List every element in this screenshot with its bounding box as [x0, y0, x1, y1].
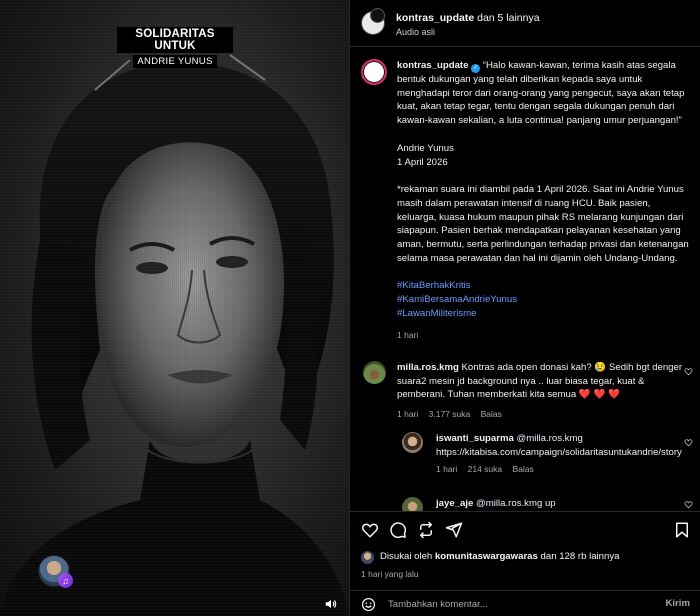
add-comment-bar: Kirim: [350, 590, 700, 616]
hashtag-link[interactable]: #KitaBerhakKritis: [397, 279, 689, 293]
comment-icon[interactable]: [389, 521, 407, 539]
liked-by-user[interactable]: komunitaswargawaras: [435, 551, 538, 562]
comments-scroll[interactable]: kontras_update ✓ “Halo kawan-kawan, teri…: [350, 48, 700, 511]
send-icon[interactable]: [445, 521, 463, 539]
comment-likes[interactable]: 214 suka: [468, 464, 503, 474]
likes-text[interactable]: Disukai oleh komunitaswargawaras dan 128…: [380, 551, 619, 562]
comment-username[interactable]: iswanti_suparma: [436, 433, 514, 444]
liked-by-prefix: Disukai oleh: [380, 551, 433, 562]
caption-avatar[interactable]: [361, 59, 387, 85]
grain-overlay: [0, 0, 349, 616]
author-line: kontras_update dan 5 lainnya: [396, 12, 540, 24]
post-side-panel: kontras_update dan 5 lainnya Audio asli …: [349, 0, 700, 616]
speaker-icon[interactable]: [324, 597, 338, 611]
commenter-avatar[interactable]: [402, 432, 423, 453]
comment-input[interactable]: [388, 596, 648, 612]
reply-button[interactable]: Balas: [513, 464, 534, 474]
hashtag-link[interactable]: #KamiBersamaAndrieYunus: [397, 293, 689, 307]
commenter-avatar[interactable]: [363, 361, 386, 384]
liked-by-rest[interactable]: dan 128 rb lainnya: [541, 551, 620, 562]
caption-time[interactable]: 1 hari: [397, 330, 418, 340]
comment-like-icon[interactable]: [684, 438, 693, 447]
emoji-icon[interactable]: [361, 597, 376, 612]
reply-item: iswanti_suparma @milla.ros.kmg https://k…: [436, 432, 684, 477]
comment-time[interactable]: 1 hari: [397, 409, 418, 419]
coauthor-avatar[interactable]: [370, 8, 385, 23]
caption-text-2: *rekaman suara ini diambil pada 1 April …: [397, 184, 689, 264]
hashtag-link[interactable]: #LawanMiliterisme: [397, 307, 689, 321]
mention-link[interactable]: @milla.ros.kmg: [476, 498, 542, 509]
commenter-avatar[interactable]: [402, 497, 423, 511]
comment-text[interactable]: https://kitabisa.com/campaign/solidarita…: [436, 447, 682, 458]
caption-username[interactable]: kontras_update: [397, 60, 468, 71]
coauthors-text[interactable]: dan 5 lainnya: [477, 12, 539, 24]
reply-item: jaye_aje @milla.ros.kmg up: [436, 497, 684, 511]
author-username[interactable]: kontras_update: [396, 12, 474, 24]
liker-avatar[interactable]: [361, 551, 374, 564]
overlay-subtitle-text: ANDRIE YUNUS: [133, 55, 217, 68]
reply-button[interactable]: Balas: [481, 409, 502, 419]
comment-likes[interactable]: 3.177 suka: [429, 409, 471, 419]
audio-label[interactable]: Audio asli: [396, 27, 435, 37]
music-icon[interactable]: ♫: [58, 573, 73, 588]
comment-like-icon[interactable]: [684, 500, 693, 509]
caption-sign-name: Andrie Yunus: [397, 142, 454, 154]
comment-username[interactable]: jaye_aje: [436, 498, 473, 509]
post-time[interactable]: 1 hari yang lalu: [361, 569, 419, 579]
verified-badge-icon: ✓: [471, 64, 481, 73]
media-overlay-title: SOLIDARITAS UNTUK ANDRIE YUNUS: [117, 27, 233, 68]
comment-like-icon[interactable]: [684, 367, 693, 376]
overlay-title-text: SOLIDARITAS UNTUK: [117, 27, 233, 53]
comment-text: up: [544, 498, 556, 509]
post-media[interactable]: SOLIDARITAS UNTUK ANDRIE YUNUS ♫: [0, 0, 349, 616]
heart-icon[interactable]: [361, 521, 379, 539]
action-bar: [350, 511, 700, 547]
repost-icon[interactable]: [417, 521, 435, 539]
bookmark-icon[interactable]: [673, 521, 691, 539]
caption-sign-date: 1 April 2026: [397, 156, 448, 168]
post-header: kontras_update dan 5 lainnya Audio asli: [350, 0, 700, 47]
mention-link[interactable]: @milla.ros.kmg: [517, 433, 583, 444]
comment-time[interactable]: 1 hari: [436, 464, 457, 474]
caption: kontras_update ✓ “Halo kawan-kawan, teri…: [397, 59, 689, 342]
comment-item: milla.ros.kmg Kontras ada open donasi ka…: [397, 361, 689, 422]
post-comment-button[interactable]: Kirim: [665, 598, 690, 609]
comment-username[interactable]: milla.ros.kmg: [397, 362, 459, 373]
